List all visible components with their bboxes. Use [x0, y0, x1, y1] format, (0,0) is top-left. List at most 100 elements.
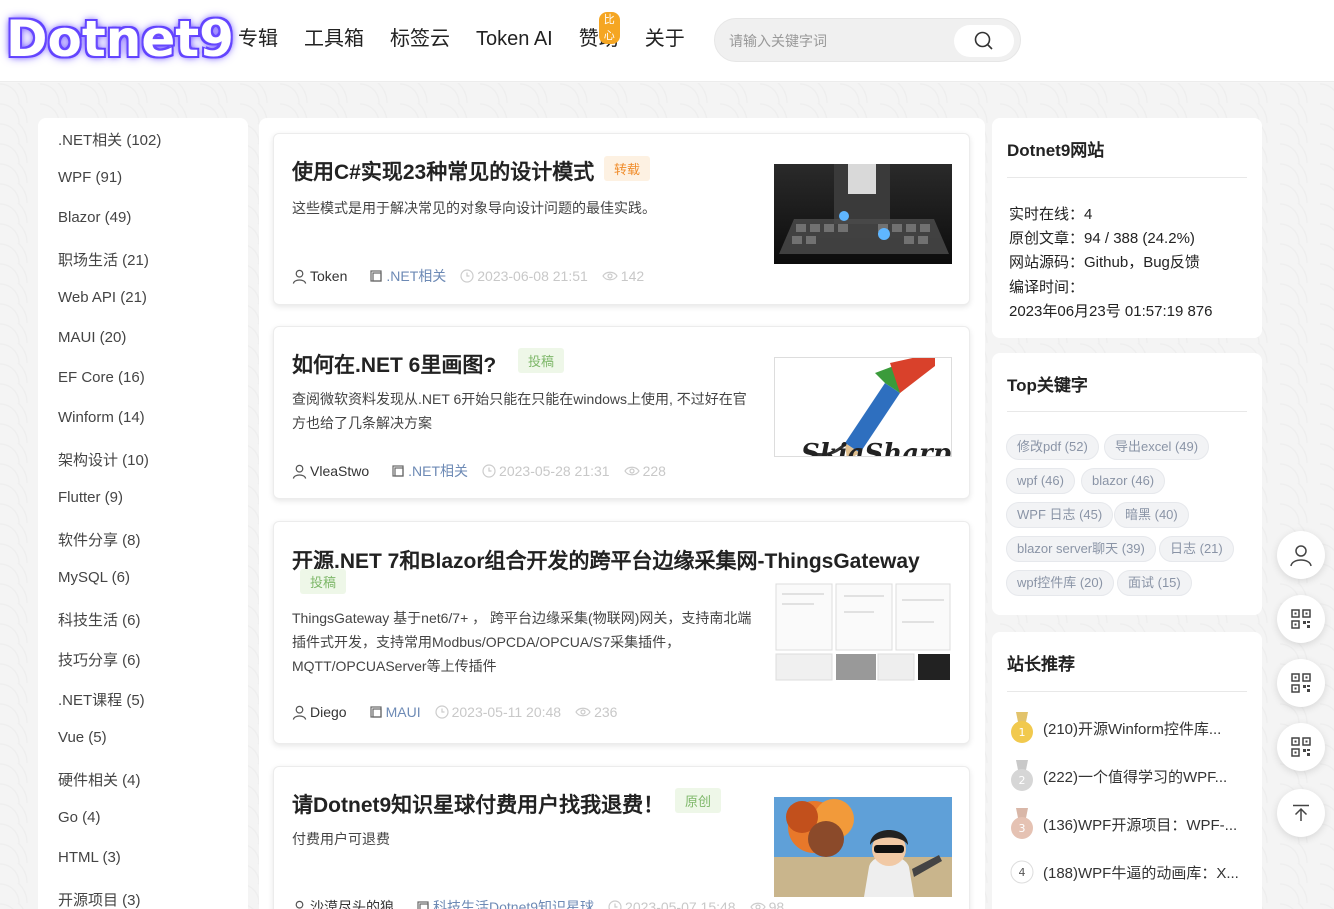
recommend-text: (188)WPF牛逼的动画库：X... [1043, 864, 1239, 882]
qrcode-button[interactable] [1277, 659, 1325, 707]
divider [1007, 411, 1247, 412]
views-count: 236 [594, 704, 618, 720]
article-thumbnail[interactable] [774, 582, 952, 682]
category-item[interactable]: .NET课程 (5) [58, 689, 145, 710]
keyword-tag[interactable]: blazor (46) [1081, 468, 1166, 494]
category-sidebar: .NET相关 (102) WPF (91) Blazor (49) 职场生活 (… [38, 118, 248, 909]
category-item[interactable]: Web API (21) [58, 289, 147, 306]
article-category[interactable]: 科技生活Dotnet9知识星球 [416, 897, 594, 909]
category-item[interactable]: Vue (5) [58, 729, 107, 746]
category-item[interactable]: Winform (14) [58, 409, 145, 426]
recommend-item[interactable]: 4 (188)WPF牛逼的动画库：X... [1010, 858, 1239, 886]
keywords-title: Top关键字 [1007, 376, 1088, 395]
article-desc: 付费用户可退费 [292, 831, 390, 847]
category-item[interactable]: 职场生活 (21) [58, 249, 149, 270]
article-desc: ThingsGateway 基于net6/7+ ， 跨平台边缘采集(物联网)网关… [292, 610, 752, 674]
article-author[interactable]: Diego [292, 704, 347, 720]
keyword-tag[interactable]: 修改pdf (52) [1006, 434, 1099, 460]
article-title[interactable]: 如何在.NET 6里画图? [292, 349, 496, 379]
article-author[interactable]: Token [292, 268, 347, 284]
article-card[interactable]: 使用C#实现23种常见的设计模式 转载 这些模式是用于解决常见的对象导向设计问题… [273, 133, 970, 305]
category-name: MAUI [385, 704, 421, 720]
original-count: 原创文章：94 / 388 (24.2%) [1009, 230, 1195, 247]
category-item[interactable]: Blazor (49) [58, 209, 131, 226]
category-item[interactable]: .NET相关 (102) [58, 129, 161, 150]
recommend-item[interactable]: 3 (136)WPF开源项目：WPF-... [1010, 808, 1237, 839]
recommend-panel: 站长推荐 1 (210)开源Winform控件库... 2 (222)一个值得学… [992, 632, 1262, 909]
silver-medal-icon: 2 [1010, 760, 1034, 791]
nav-tag-cloud[interactable]: 标签云 [390, 26, 450, 52]
user-icon [292, 269, 307, 284]
back-to-top-button[interactable] [1277, 789, 1325, 837]
category-item[interactable]: 硬件相关 (4) [58, 769, 141, 790]
keyword-tag[interactable]: 暗黑 (40) [1114, 502, 1189, 528]
qrcode-button[interactable] [1277, 723, 1325, 771]
qrcode-icon [1291, 673, 1311, 693]
recommend-item[interactable]: 2 (222)一个值得学习的WPF... [1010, 760, 1227, 791]
category-name: .NET相关 [386, 268, 447, 284]
bronze-medal-icon: 3 [1010, 808, 1034, 839]
eye-icon [602, 271, 618, 281]
article-category[interactable]: .NET相关 [391, 461, 468, 481]
rank-number: 3 [1019, 822, 1026, 835]
keyword-tag[interactable]: WPF 日志 (45) [1006, 502, 1114, 528]
date-text: 2023-05-28 21:31 [499, 463, 610, 479]
keyword-tag[interactable]: 日志 (21) [1159, 536, 1234, 562]
article-author[interactable]: VleaStwo [292, 463, 369, 479]
search-icon [974, 31, 993, 50]
qrcode-button[interactable] [1277, 595, 1325, 643]
keyword-tag[interactable]: blazor server聊天 (39) [1006, 536, 1156, 562]
category-item[interactable]: 科技生活 (6) [58, 609, 141, 630]
article-card[interactable]: 开源.NET 7和Blazor组合开发的跨平台边缘采集网-ThingsGatew… [273, 521, 970, 744]
keyword-tag[interactable]: wpf (46) [1006, 468, 1075, 494]
category-name: 科技生活Dotnet9知识星球 [433, 899, 595, 909]
article-thumbnail[interactable] [774, 164, 952, 264]
article-views: 236 [575, 704, 617, 720]
keyword-tag[interactable]: wpf控件库 (20) [1006, 570, 1114, 596]
user-login-button[interactable] [1277, 531, 1325, 579]
category-item[interactable]: 软件分享 (8) [58, 529, 141, 550]
article-card[interactable]: 请Dotnet9知识星球付费用户找我退费！ 原创 付费用户可退费 沙漠尽头的狼 … [273, 766, 970, 909]
article-category[interactable]: MAUI [369, 704, 421, 720]
article-meta: 沙漠尽头的狼 科技生活Dotnet9知识星球 2023-05-07 15:48 … [292, 897, 784, 909]
search-box [714, 18, 1021, 62]
article-card[interactable]: 如何在.NET 6里画图? 投稿 查阅微软资料发现从.NET 6开始只能在只能在… [273, 326, 970, 499]
article-thumbnail[interactable]: SkiaSharp [774, 357, 952, 457]
nav-albums[interactable]: 专辑 [238, 26, 278, 52]
category-item[interactable]: 架构设计 (10) [58, 449, 149, 470]
category-item[interactable]: MySQL (6) [58, 569, 130, 586]
article-category[interactable]: .NET相关 [369, 266, 446, 286]
recommend-item[interactable]: 1 (210)开源Winform控件库... [1010, 712, 1221, 743]
category-item[interactable]: MAUI (20) [58, 329, 126, 346]
nav-toolbox[interactable]: 工具箱 [304, 26, 364, 52]
article-title[interactable]: 使用C#实现23种常见的设计模式 [292, 156, 594, 186]
article-thumbnail[interactable] [774, 797, 952, 897]
clock-icon [608, 900, 622, 909]
category-item[interactable]: HTML (3) [58, 849, 121, 866]
article-title[interactable]: 开源.NET 7和Blazor组合开发的跨平台边缘采集网-ThingsGatew… [292, 545, 932, 575]
site-logo[interactable]: Dotnet9 [6, 10, 234, 68]
article-tag: 投稿 [300, 569, 347, 594]
source-links[interactable]: 网站源码：Github，Bug反馈 [1009, 251, 1200, 272]
article-tag: 投稿 [518, 348, 565, 373]
category-item[interactable]: 技巧分享 (6) [58, 649, 141, 670]
search-input[interactable] [729, 30, 949, 52]
search-button[interactable] [954, 25, 1014, 57]
category-item[interactable]: 开源项目 (3) [58, 889, 141, 909]
category-item[interactable]: EF Core (16) [58, 369, 145, 386]
article-author[interactable]: 沙漠尽头的狼 [292, 897, 394, 909]
nav-about[interactable]: 关于 [645, 26, 685, 52]
keyword-tag[interactable]: 面试 (15) [1117, 570, 1192, 596]
keyword-tag[interactable]: 导出excel (49) [1104, 434, 1210, 460]
divider [1007, 177, 1247, 178]
author-name: VleaStwo [310, 463, 370, 479]
category-item[interactable]: Flutter (9) [58, 489, 123, 506]
clock-icon [434, 705, 449, 719]
nav-token-ai[interactable]: Token AI [476, 26, 553, 52]
category-item[interactable]: Go (4) [58, 809, 101, 826]
nav-sponsor[interactable]: 赞助 比心 [579, 12, 620, 52]
article-title[interactable]: 请Dotnet9知识星球付费用户找我退费！ [292, 789, 664, 819]
qrcode-icon [1291, 737, 1311, 757]
category-item[interactable]: WPF (91) [58, 169, 122, 186]
site-info-title: Dotnet9网站 [1007, 141, 1105, 160]
